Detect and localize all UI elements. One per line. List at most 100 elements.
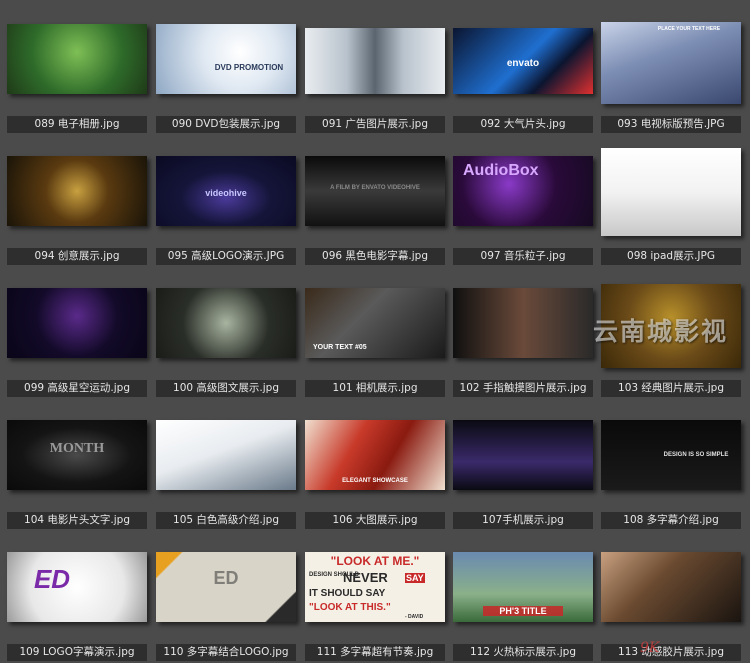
thumbnail-filename: 091 广告图片展示.jpg	[305, 116, 445, 133]
thumbnail-filename: 104 电影片头文字.jpg	[7, 512, 147, 529]
thumbnail-preview	[453, 420, 593, 490]
thumbnail-caption-text: ED	[33, 564, 71, 594]
thumbnail-caption-text: YOUR TEXT #05	[313, 344, 367, 351]
thumbnail-image[interactable]: ELEGANT SHOWCASE	[305, 420, 445, 490]
thumbnail-image[interactable]: PLACE YOUR TEXT HERE	[601, 22, 741, 104]
thumbnail-item[interactable]: envato 092 大气片头.jpg	[453, 2, 593, 133]
thumbnail-filename: 096 黑色电影字幕.jpg	[305, 248, 445, 265]
thumbnail-caption-text: videohive	[205, 187, 247, 198]
thumbnail-item[interactable]: videohive 095 高级LOGO演示.JPG	[156, 134, 296, 265]
thumbnail-image[interactable]	[156, 288, 296, 358]
thumbnail-item[interactable]: 102 手指触摸图片展示.jpg	[453, 266, 593, 397]
thumbnail-item[interactable]: ELEGANT SHOWCASE 106 大图展示.jpg	[305, 398, 445, 529]
thumbnail-item[interactable]: 107手机展示.jpg	[453, 398, 593, 529]
thumbnail-caption-text: ED	[213, 568, 239, 588]
thumbnail-item[interactable]: ED 109 LOGO字幕演示.jpg	[7, 530, 147, 661]
thumbnail-item[interactable]: 100 高级图文展示.jpg	[156, 266, 296, 397]
thumbnail-preview	[7, 288, 147, 358]
thumbnail-image[interactable]: "LOOK AT ME." DESIGN SHOULD NEVER SAY IT SHO…	[305, 552, 445, 622]
thumbnail-preview	[156, 24, 296, 94]
thumbnail-item[interactable]: "LOOK AT ME." DESIGN SHOULD NEVER SAY IT SHO…	[305, 530, 445, 661]
thumbnail-filename: 100 高级图文展示.jpg	[156, 380, 296, 397]
thumbnail-caption-line: - DAVID	[405, 614, 424, 620]
thumbnail-filename: 098 ipad展示.JPG	[601, 248, 741, 265]
thumbnail-item[interactable]: PH'3 TITLE 112 火热标示展示.jpg	[453, 530, 593, 661]
thumbnail-item[interactable]: 113 动感胶片展示.jpg	[601, 530, 741, 661]
thumbnail-filename: 105 白色高级介绍.jpg	[156, 512, 296, 529]
thumbnail-filename: 092 大气片头.jpg	[453, 116, 593, 133]
thumbnail-filename: 102 手指触摸图片展示.jpg	[453, 380, 593, 397]
thumbnail-caption-text: DVD PROMOTION	[214, 62, 284, 72]
thumbnail-item[interactable]: 091 广告图片展示.jpg	[305, 2, 445, 133]
thumbnail-preview	[453, 288, 593, 358]
thumbnail-image[interactable]: PH'3 TITLE	[453, 552, 593, 622]
thumbnail-image[interactable]	[7, 156, 147, 226]
thumbnail-preview	[7, 24, 147, 94]
thumbnail-caption-line: IT SHOULD SAY	[309, 588, 386, 599]
thumbnail-item[interactable]: 105 白色高级介绍.jpg	[156, 398, 296, 529]
thumbnail-image[interactable]: DESIGN IS SO SIMPLE	[601, 420, 741, 490]
thumbnail-filename: 112 火热标示展示.jpg	[453, 644, 593, 661]
thumbnail-item[interactable]: ED 110 多字幕结合LOGO.jpg	[156, 530, 296, 661]
thumbnail-filename: 111 多字幕超有节奏.jpg	[305, 644, 445, 661]
corner-watermark: 9K	[640, 640, 660, 656]
thumbnail-filename: 107手机展示.jpg	[453, 512, 593, 529]
thumbnail-filename: 090 DVD包装展示.jpg	[156, 116, 296, 133]
thumbnail-image[interactable]	[305, 28, 445, 94]
thumbnail-filename: 103 经典图片展示.jpg	[601, 380, 741, 397]
thumbnail-caption-text: envato	[506, 57, 540, 69]
thumbnail-item[interactable]: 098 ipad展示.JPG	[601, 134, 741, 265]
thumbnail-item[interactable]: DESIGN IS SO SIMPLE 108 多字幕介绍.jpg	[601, 398, 741, 529]
thumbnail-caption-line: "LOOK AT THIS."	[309, 602, 391, 613]
thumbnail-image[interactable]: ED	[156, 552, 296, 622]
thumbnail-caption-line: SAY	[405, 573, 425, 583]
thumbnail-preview	[601, 148, 741, 236]
thumbnail-filename: 095 高级LOGO演示.JPG	[156, 248, 296, 265]
thumbnail-item[interactable]: YOUR TEXT #05 101 相机展示.jpg	[305, 266, 445, 397]
thumbnail-item[interactable]: 089 电子相册.jpg	[7, 2, 147, 133]
thumbnail-item[interactable]: A FILM BY ENVATO VIDEOHIVE 096 黑色电影字幕.jpg	[305, 134, 445, 265]
thumbnail-caption-text: DESIGN IS SO SIMPLE	[663, 451, 729, 458]
thumbnail-image[interactable]: A FILM BY ENVATO VIDEOHIVE	[305, 156, 445, 226]
thumbnail-caption-text: PH'3 TITLE	[483, 606, 563, 616]
thumbnail-image[interactable]	[7, 288, 147, 358]
thumbnail-caption-text: MONTH	[49, 441, 105, 456]
thumbnail-image[interactable]: videohive	[156, 156, 296, 226]
thumbnail-preview	[156, 420, 296, 490]
thumbnail-filename: 108 多字幕介绍.jpg	[601, 512, 741, 529]
thumbnail-image[interactable]: MONTH	[7, 420, 147, 490]
thumbnail-image[interactable]: ED	[7, 552, 147, 622]
thumbnail-item[interactable]: MONTH 104 电影片头文字.jpg	[7, 398, 147, 529]
thumbnail-filename: 109 LOGO字幕演示.jpg	[7, 644, 147, 661]
thumbnail-filename: 093 电视标版预告.JPG	[601, 116, 741, 133]
thumbnail-image[interactable]	[601, 552, 741, 622]
thumbnail-image[interactable]: YOUR TEXT #05	[305, 288, 445, 358]
thumbnail-item[interactable]: 099 高级星空运动.jpg	[7, 266, 147, 397]
thumbnail-caption-text: ELEGANT SHOWCASE	[342, 478, 408, 484]
thumbnail-caption-line: NEVER	[343, 570, 388, 585]
thumbnail-item[interactable]: DVD PROMOTION 090 DVD包装展示.jpg	[156, 2, 296, 133]
watermark-text: 云南城影视	[593, 317, 729, 346]
thumbnail-item[interactable]: PLACE YOUR TEXT HERE 093 电视标版预告.JPG	[601, 2, 741, 133]
thumbnail-image[interactable]	[156, 420, 296, 490]
thumbnail-item[interactable]: 094 创意展示.jpg	[7, 134, 147, 265]
thumbnail-preview	[156, 288, 296, 358]
thumbnail-image[interactable]: envato	[453, 28, 593, 94]
thumbnail-item[interactable]: AudioBox 097 音乐粒子.jpg	[453, 134, 593, 265]
thumbnail-filename: 101 相机展示.jpg	[305, 380, 445, 397]
thumbnail-image[interactable]: AudioBox	[453, 156, 593, 226]
thumbnail-image[interactable]: DVD PROMOTION	[156, 24, 296, 94]
thumbnail-preview	[305, 28, 445, 94]
thumbnail-caption-text: AudioBox	[463, 162, 539, 179]
thumbnail-filename: 106 大图展示.jpg	[305, 512, 445, 529]
thumbnail-filename: 089 电子相册.jpg	[7, 116, 147, 133]
thumbnail-filename: 110 多字幕结合LOGO.jpg	[156, 644, 296, 661]
thumbnail-filename: 099 高级星空运动.jpg	[7, 380, 147, 397]
thumbnail-caption-text: A FILM BY ENVATO VIDEOHIVE	[330, 185, 420, 192]
thumbnail-image[interactable]	[7, 24, 147, 94]
thumbnail-image[interactable]	[453, 288, 593, 358]
thumbnail-image[interactable]	[453, 420, 593, 490]
thumbnail-image[interactable]	[601, 148, 741, 236]
thumbnail-filename: 097 音乐粒子.jpg	[453, 248, 593, 265]
thumbnail-preview	[601, 552, 741, 622]
